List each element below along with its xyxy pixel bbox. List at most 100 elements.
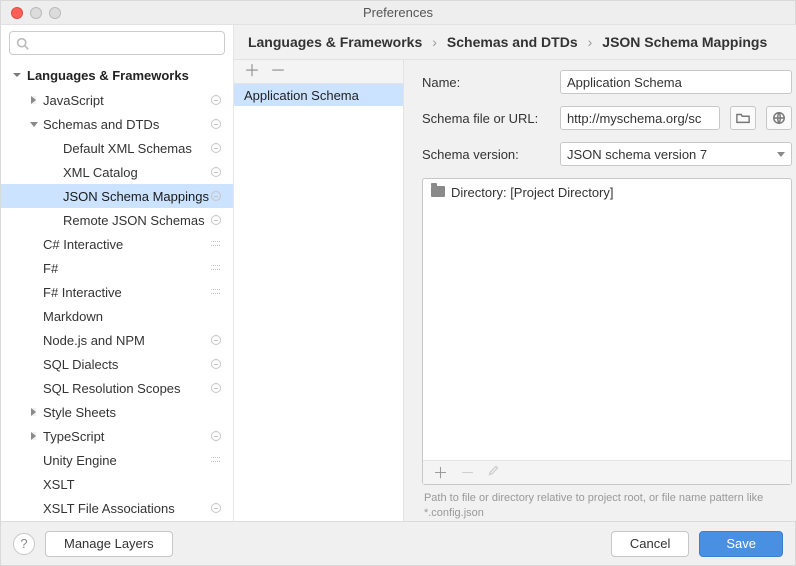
minimize-window-button[interactable] [30, 7, 42, 19]
tree-item-label: Schemas and DTDs [43, 117, 209, 132]
tree-item-label: Markdown [43, 309, 209, 324]
tree-item[interactable]: JSON Schema Mappings [1, 184, 233, 208]
tree-item-label: XML Catalog [63, 165, 209, 180]
name-input[interactable] [560, 70, 792, 94]
tree-item-label: Remote JSON Schemas [63, 213, 209, 228]
name-label: Name: [422, 75, 550, 90]
tree-item[interactable]: TypeScript [1, 424, 233, 448]
tree-item[interactable]: XSLT [1, 472, 233, 496]
help-button[interactable]: ? [13, 533, 35, 555]
project-override-icon [209, 429, 223, 443]
tree-item[interactable]: F# Interactive [1, 280, 233, 304]
tree-item[interactable]: XML Catalog [1, 160, 233, 184]
tree-item-label: SQL Resolution Scopes [43, 381, 209, 396]
layered-setting-icon [209, 261, 223, 275]
tree-item-label: XSLT File Associations [43, 501, 209, 516]
scope-toolbar: ＋ － [423, 460, 791, 484]
chevron-down-icon [30, 122, 38, 127]
breadcrumb-item: JSON Schema Mappings [602, 34, 767, 50]
chevron-right-icon: › [432, 34, 437, 50]
tree-item-label: TypeScript [43, 429, 209, 444]
close-window-button[interactable] [11, 7, 23, 19]
globe-icon [772, 111, 786, 125]
tree-item-label: Default XML Schemas [63, 141, 209, 156]
project-override-icon [209, 213, 223, 227]
mapping-item-label: Application Schema [244, 88, 359, 103]
zoom-window-button[interactable] [49, 7, 61, 19]
tree-item-label: F# Interactive [43, 285, 209, 300]
window-title: Preferences [1, 5, 795, 20]
layered-setting-icon [209, 285, 223, 299]
dialog-footer: ? Manage Layers Cancel Save [1, 521, 795, 565]
schema-version-value: JSON schema version 7 [567, 147, 707, 162]
tree-item[interactable]: Remote JSON Schemas [1, 208, 233, 232]
project-override-icon [209, 93, 223, 107]
add-scope-button[interactable]: ＋ [433, 462, 448, 483]
tree-item-label: JavaScript [43, 93, 209, 108]
project-override-icon [209, 333, 223, 347]
mappings-toolbar: ＋ － [234, 60, 403, 84]
breadcrumb-item[interactable]: Languages & Frameworks [248, 34, 422, 50]
manage-layers-button[interactable]: Manage Layers [45, 531, 173, 557]
tree-item-label: Node.js and NPM [43, 333, 209, 348]
edit-scope-button[interactable] [487, 464, 500, 481]
mappings-list: ＋ － Application Schema [234, 59, 404, 521]
tree-item[interactable]: SQL Dialects [1, 352, 233, 376]
scope-hint: Path to file or directory relative to pr… [422, 485, 792, 521]
save-button[interactable]: Save [699, 531, 783, 557]
search-input[interactable] [9, 31, 225, 55]
project-override-icon [209, 501, 223, 515]
tree-item-label: F# [43, 261, 209, 276]
project-override-icon [209, 165, 223, 179]
project-override-icon [209, 357, 223, 371]
chevron-down-icon [777, 152, 785, 157]
schema-url-input[interactable] [560, 106, 720, 130]
tree-section-heading[interactable]: Languages & Frameworks [1, 65, 233, 88]
chevron-right-icon [31, 408, 36, 416]
chevron-right-icon: › [588, 34, 593, 50]
chevron-right-icon [31, 432, 36, 440]
tree-item[interactable]: Schemas and DTDs [1, 112, 233, 136]
tree-item[interactable]: SQL Resolution Scopes [1, 376, 233, 400]
remove-scope-button[interactable]: － [460, 462, 475, 483]
chevron-right-icon [31, 96, 36, 104]
tree-item[interactable]: Node.js and NPM [1, 328, 233, 352]
tree-item[interactable]: F# [1, 256, 233, 280]
settings-tree[interactable]: Languages & Frameworks JavaScript Schemas… [1, 59, 233, 521]
remove-mapping-button[interactable]: － [270, 64, 286, 80]
tree-item[interactable]: Default XML Schemas [1, 136, 233, 160]
title-bar: Preferences [1, 1, 795, 25]
schema-version-label: Schema version: [422, 147, 550, 162]
tree-item[interactable]: C# Interactive [1, 232, 233, 256]
project-override-icon [209, 189, 223, 203]
schema-url-label: Schema file or URL: [422, 111, 550, 126]
project-override-icon [209, 117, 223, 131]
add-mapping-button[interactable]: ＋ [244, 64, 260, 80]
tree-item[interactable]: Style Sheets [1, 400, 233, 424]
cancel-button[interactable]: Cancel [611, 531, 689, 557]
tree-item[interactable]: Markdown [1, 304, 233, 328]
tree-item[interactable]: JavaScript [1, 88, 233, 112]
detail-pane: Languages & Frameworks › Schemas and DTD… [234, 25, 796, 521]
tree-item-label: JSON Schema Mappings [63, 189, 209, 204]
scope-list: Directory: [Project Directory] ＋ － [422, 178, 792, 485]
project-override-icon [209, 381, 223, 395]
scope-item[interactable]: Directory: [Project Directory] [431, 185, 783, 200]
breadcrumb-item[interactable]: Schemas and DTDs [447, 34, 578, 50]
layered-setting-icon [209, 453, 223, 467]
browse-file-button[interactable] [730, 106, 756, 130]
tree-item-label: SQL Dialects [43, 357, 209, 372]
open-url-button[interactable] [766, 106, 792, 130]
tree-item-label: Style Sheets [43, 405, 209, 420]
search-icon [16, 37, 29, 50]
folder-open-icon [736, 111, 750, 125]
tree-item[interactable]: XSLT File Associations [1, 496, 233, 520]
tree-item[interactable]: Unity Engine [1, 448, 233, 472]
tree-item-label: XSLT [43, 477, 209, 492]
schema-version-select[interactable]: JSON schema version 7 [560, 142, 792, 166]
window-controls [11, 7, 61, 19]
mapping-list-item[interactable]: Application Schema [234, 84, 403, 106]
tree-item-label: C# Interactive [43, 237, 209, 252]
mapping-form: Name: Schema file or URL: Schema version… [404, 59, 796, 521]
project-override-icon [209, 141, 223, 155]
